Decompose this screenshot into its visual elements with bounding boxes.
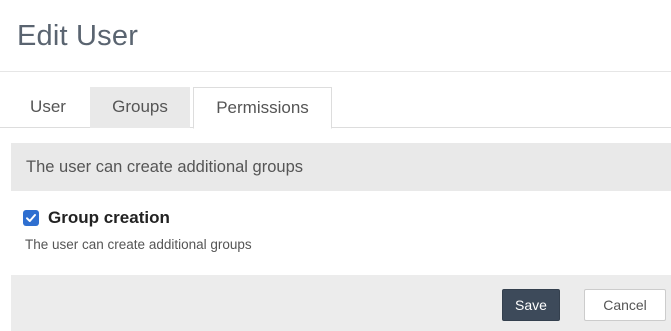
- tab-bar: User Groups Permissions: [0, 87, 671, 129]
- group-creation-description: The user can create additional groups: [25, 237, 252, 252]
- permissions-info-text: The user can create additional groups: [26, 158, 304, 176]
- group-creation-label[interactable]: Group creation: [48, 208, 170, 228]
- save-button[interactable]: Save: [502, 289, 560, 321]
- dialog-footer: Save Cancel: [11, 275, 671, 331]
- dialog-header: Edit User: [0, 0, 671, 72]
- checkmark-icon: [26, 214, 36, 222]
- permissions-info-bar: The user can create additional groups: [11, 143, 671, 191]
- cancel-button[interactable]: Cancel: [584, 289, 666, 321]
- group-creation-checkbox[interactable]: [23, 210, 39, 226]
- edit-user-dialog: Edit User User Groups Permissions The us…: [0, 0, 671, 331]
- tab-permissions[interactable]: Permissions: [193, 87, 332, 129]
- tab-groups[interactable]: Groups: [90, 87, 190, 128]
- tab-user[interactable]: User: [15, 87, 81, 128]
- dialog-title: Edit User: [17, 20, 139, 52]
